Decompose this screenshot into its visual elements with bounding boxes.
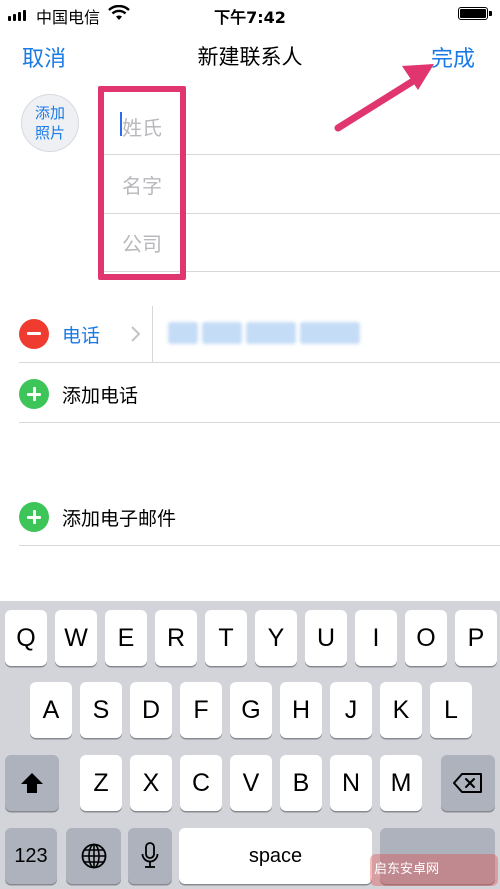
key-a[interactable]: A — [30, 682, 72, 738]
key-u[interactable]: U — [305, 610, 347, 666]
key-s[interactable]: S — [80, 682, 122, 738]
microphone-icon — [141, 842, 159, 868]
dictation-key[interactable] — [128, 828, 172, 884]
add-phone-button[interactable]: 添加电话 — [62, 381, 138, 408]
add-photo-label-line2: 照片 — [34, 124, 65, 142]
key-d[interactable]: D — [130, 682, 172, 738]
add-photo-button[interactable]: 添加 照片 — [21, 94, 79, 152]
key-y[interactable]: Y — [255, 610, 297, 666]
key-q[interactable]: Q — [5, 610, 47, 666]
phone-label[interactable]: 电话 — [62, 321, 100, 348]
phone-number-field[interactable] — [168, 322, 360, 344]
status-bar: 中国电信 下午7:42 — [0, 0, 500, 28]
key-f[interactable]: F — [180, 682, 222, 738]
key-b[interactable]: B — [280, 755, 322, 811]
add-email-icon[interactable] — [19, 502, 49, 532]
key-n[interactable]: N — [330, 755, 372, 811]
key-i[interactable]: I — [355, 610, 397, 666]
keyboard: QWERTYUIOP ASDFGHJKL ZXCVBNM 123 space — [0, 601, 500, 889]
key-z[interactable]: Z — [80, 755, 122, 811]
watermark-text: 启东安卓网 — [374, 862, 440, 877]
key-v[interactable]: V — [230, 755, 272, 811]
key-t[interactable]: T — [205, 610, 247, 666]
key-o[interactable]: O — [405, 610, 447, 666]
highlight-box — [98, 86, 186, 280]
numbers-key[interactable]: 123 — [5, 828, 57, 884]
key-g[interactable]: G — [230, 682, 272, 738]
battery-icon — [458, 7, 492, 20]
divider — [19, 362, 500, 363]
delete-key[interactable] — [441, 755, 495, 811]
status-time: 下午7:42 — [214, 8, 286, 27]
backspace-icon — [453, 773, 482, 793]
shift-icon — [21, 773, 43, 793]
add-email-button[interactable]: 添加电子邮件 — [62, 504, 176, 531]
shift-key[interactable] — [5, 755, 59, 811]
add-phone-icon[interactable] — [19, 379, 49, 409]
divider — [19, 545, 500, 546]
vertical-divider — [152, 306, 153, 362]
space-key[interactable]: space — [179, 828, 372, 884]
annotation-arrow — [334, 64, 434, 132]
key-l[interactable]: L — [430, 682, 472, 738]
key-p[interactable]: P — [455, 610, 497, 666]
key-r[interactable]: R — [155, 610, 197, 666]
key-x[interactable]: X — [130, 755, 172, 811]
globe-icon — [81, 843, 106, 869]
key-c[interactable]: C — [180, 755, 222, 811]
globe-key[interactable] — [66, 828, 121, 884]
delete-phone-button[interactable] — [19, 319, 49, 349]
key-k[interactable]: K — [380, 682, 422, 738]
key-m[interactable]: M — [380, 755, 422, 811]
add-photo-label-line1: 添加 — [34, 104, 65, 122]
key-j[interactable]: J — [330, 682, 372, 738]
key-w[interactable]: W — [55, 610, 97, 666]
divider — [19, 422, 500, 423]
chevron-right-icon[interactable] — [130, 325, 142, 343]
key-e[interactable]: E — [105, 610, 147, 666]
key-h[interactable]: H — [280, 682, 322, 738]
